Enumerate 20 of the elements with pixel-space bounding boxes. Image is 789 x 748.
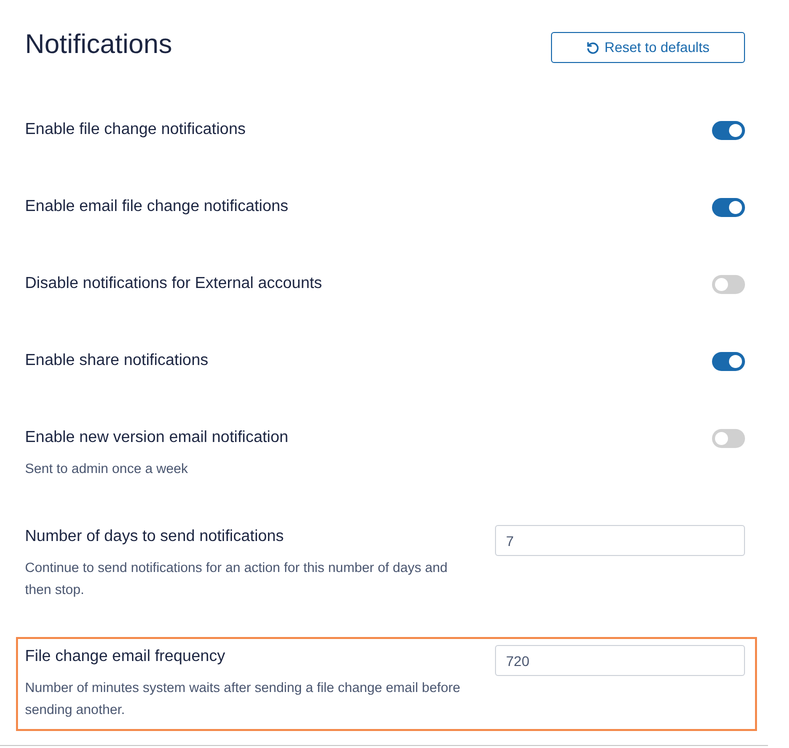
setting-label: Enable new version email notification — [25, 429, 290, 447]
reset-icon — [586, 41, 600, 54]
toggle-switch[interactable] — [712, 275, 745, 294]
setting-help-text: Continue to send notifications for an action for this number of days and then stop. — [25, 559, 449, 599]
setting-label: File change email frequency — [25, 648, 226, 666]
setting-label: Number of days to send notifications — [25, 528, 285, 546]
setting-label: Enable email file change notifications — [25, 198, 288, 216]
setting-help-text: Sent to admin once a week — [25, 460, 189, 478]
toggle-switch[interactable] — [712, 198, 745, 217]
toggle-switch[interactable] — [712, 352, 745, 371]
reset-button[interactable]: Reset to defaults — [551, 32, 745, 63]
setting-help-text: Number of minutes system waits after sending a file change email before sending another. — [25, 679, 462, 719]
setting-label: Disable notifications for External accounts — [25, 275, 322, 293]
toggle-switch[interactable] — [712, 429, 745, 448]
setting-label: Enable file change notifications — [25, 121, 246, 139]
toggle-switch[interactable] — [712, 121, 745, 140]
setting-label: Enable share notifications — [25, 352, 208, 370]
page-title: Notifications — [25, 28, 172, 60]
number-field[interactable]: 720 — [495, 645, 745, 676]
number-field[interactable]: 7 — [495, 525, 745, 556]
